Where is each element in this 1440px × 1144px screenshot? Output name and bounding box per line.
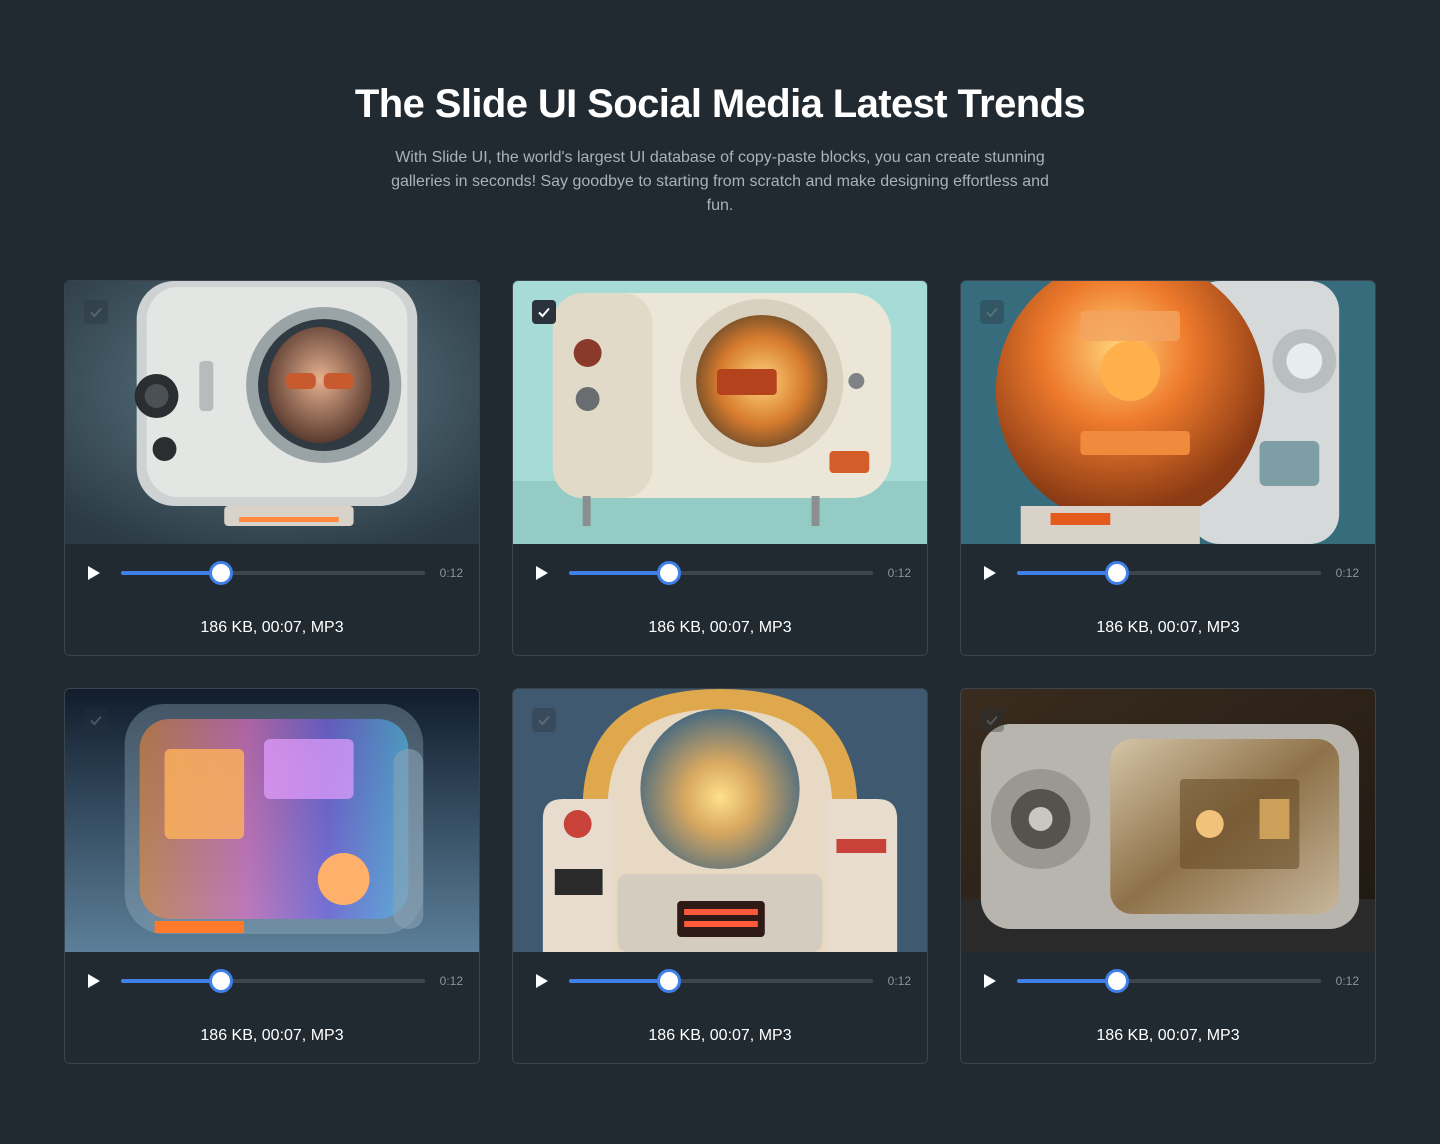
page-title: The Slide UI Social Media Latest Trends (354, 82, 1086, 126)
checkmark-icon (538, 715, 550, 726)
play-icon[interactable] (535, 973, 549, 989)
slider-handle[interactable] (657, 969, 682, 993)
media-card: 0:12 186 KB, 00:07, MP3 (512, 280, 928, 656)
progress-slider[interactable] (121, 969, 425, 993)
neon-circuit-box-image (65, 689, 479, 952)
orange-robot-image (961, 281, 1375, 544)
progress-fill (121, 571, 222, 575)
select-checkbox[interactable] (84, 708, 108, 732)
media-card: 0:12 186 KB, 00:07, MP3 (960, 280, 1376, 656)
select-checkbox[interactable] (980, 300, 1004, 324)
camera-machine-image (513, 281, 927, 544)
page-description: With Slide UI, the world's largest UI da… (391, 149, 1049, 214)
media-card: 0:12 186 KB, 00:07, MP3 (64, 280, 480, 656)
file-info: 186 KB, 00:07, MP3 (200, 1027, 344, 1044)
checkmark-icon (986, 715, 998, 726)
progress-slider[interactable] (121, 561, 425, 585)
media-thumbnail[interactable] (961, 281, 1375, 544)
play-icon[interactable] (983, 565, 997, 581)
slider-handle[interactable] (209, 969, 234, 993)
select-checkbox[interactable] (980, 708, 1004, 732)
duration-label: 0:12 (439, 566, 463, 580)
duration-label: 0:12 (887, 974, 911, 988)
media-thumbnail[interactable] (513, 689, 927, 952)
retro-tv-image (65, 281, 479, 544)
media-card: 0:12 186 KB, 00:07, MP3 (64, 688, 480, 1064)
file-info: 186 KB, 00:07, MP3 (648, 1027, 792, 1044)
media-thumbnail[interactable] (513, 281, 927, 544)
audio-player: 0:12 (65, 544, 479, 600)
media-thumbnail[interactable] (65, 689, 479, 952)
progress-fill (569, 979, 670, 983)
play-icon[interactable] (983, 973, 997, 989)
chrome-machine-image (961, 689, 1375, 952)
select-checkbox[interactable] (84, 300, 108, 324)
media-thumbnail[interactable] (961, 689, 1375, 952)
audio-player: 0:12 (961, 952, 1375, 1008)
file-info: 186 KB, 00:07, MP3 (200, 619, 344, 636)
checkmark-icon (90, 307, 102, 318)
audio-player: 0:12 (961, 544, 1375, 600)
progress-fill (121, 979, 222, 983)
media-card: 0:12 186 KB, 00:07, MP3 (512, 688, 928, 1064)
checkmark-icon (538, 307, 550, 318)
file-info: 186 KB, 00:07, MP3 (1096, 619, 1240, 636)
select-checkbox[interactable] (532, 708, 556, 732)
play-icon[interactable] (87, 973, 101, 989)
duration-label: 0:12 (1335, 566, 1359, 580)
select-checkbox[interactable] (532, 300, 556, 324)
checkmark-icon (986, 307, 998, 318)
duration-label: 0:12 (1335, 974, 1359, 988)
gallery-page: The Slide UI Social Media Latest Trends … (0, 0, 1440, 1144)
progress-fill (569, 571, 670, 575)
media-card: 0:12 186 KB, 00:07, MP3 (960, 688, 1376, 1064)
file-info: 186 KB, 00:07, MP3 (648, 619, 792, 636)
audio-player: 0:12 (513, 544, 927, 600)
file-info: 186 KB, 00:07, MP3 (1096, 1027, 1240, 1044)
slider-handle[interactable] (209, 561, 234, 585)
slider-handle[interactable] (657, 561, 682, 585)
slider-handle[interactable] (1105, 561, 1130, 585)
play-icon[interactable] (87, 565, 101, 581)
duration-label: 0:12 (439, 974, 463, 988)
progress-fill (1017, 979, 1118, 983)
progress-slider[interactable] (1017, 969, 1321, 993)
hero-section: The Slide UI Social Media Latest Trends … (0, 78, 1440, 218)
progress-slider[interactable] (569, 561, 873, 585)
slider-handle[interactable] (1105, 969, 1130, 993)
checkmark-icon (90, 715, 102, 726)
play-icon[interactable] (535, 565, 549, 581)
media-thumbnail[interactable] (65, 281, 479, 544)
duration-label: 0:12 (887, 566, 911, 580)
progress-slider[interactable] (569, 969, 873, 993)
audio-player: 0:12 (513, 952, 927, 1008)
progress-slider[interactable] (1017, 561, 1321, 585)
audio-player: 0:12 (65, 952, 479, 1008)
media-grid: 0:12 186 KB, 00:07, MP3 0:12 186 KB, 00:… (64, 280, 1376, 1064)
progress-fill (1017, 571, 1118, 575)
jukebox-console-image (513, 689, 927, 952)
